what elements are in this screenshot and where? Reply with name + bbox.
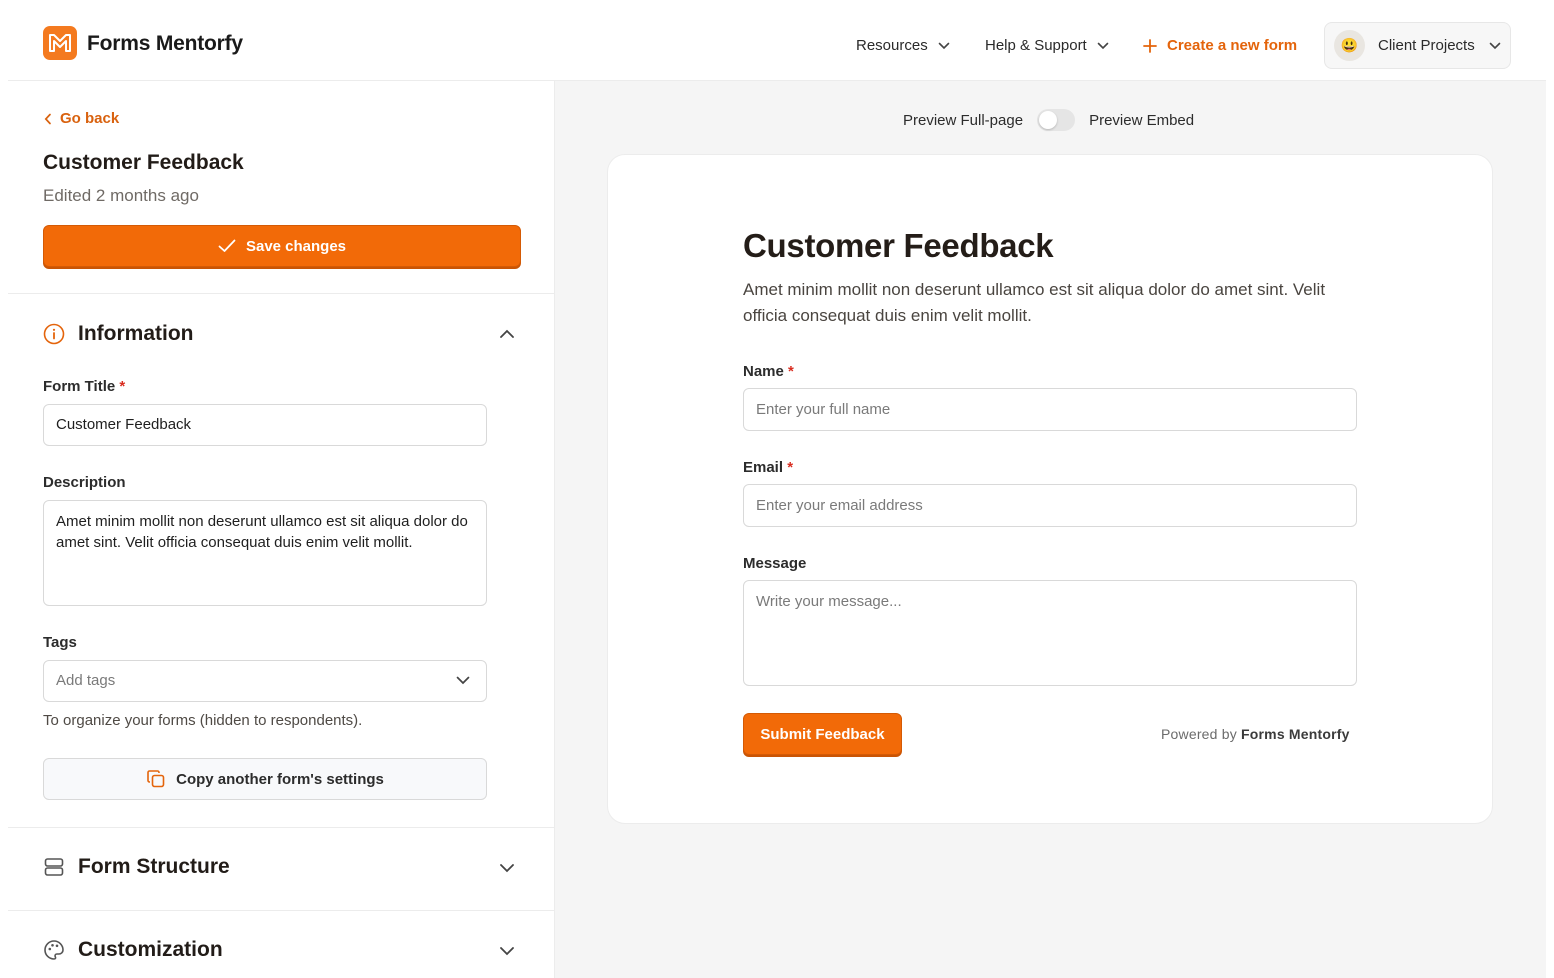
- tags-select[interactable]: Add tags: [43, 660, 487, 702]
- form-title-input[interactable]: Customer Feedback: [43, 404, 487, 446]
- section-customization-header[interactable]: Customization: [43, 938, 223, 962]
- chevron-down-icon[interactable]: [499, 946, 515, 956]
- save-changes-label: Save changes: [245, 237, 347, 255]
- preview-mode-toggle: Preview Full-page Preview Embed: [903, 109, 1194, 131]
- chevron-down-icon: [1489, 42, 1501, 50]
- create-new-form-label: Create a new form: [1167, 37, 1298, 54]
- copy-settings-button[interactable]: Copy another form's settings: [43, 758, 487, 800]
- save-changes-button[interactable]: Save changes: [43, 225, 521, 267]
- chevron-down-icon: [1097, 42, 1109, 49]
- avatar: 😃: [1334, 30, 1365, 61]
- chevron-down-icon: [938, 42, 950, 49]
- chevron-left-icon: [44, 113, 51, 124]
- create-new-form-button[interactable]: Create a new form: [1143, 37, 1297, 54]
- required-asterisk: *: [787, 459, 794, 476]
- check-icon: [218, 239, 236, 252]
- preview-area: Preview Full-page Preview Embed Customer…: [555, 81, 1546, 978]
- message-textarea[interactable]: Write your message...: [743, 580, 1357, 686]
- name-input[interactable]: Enter your full name: [743, 388, 1357, 431]
- go-back-label: Go back: [60, 110, 120, 127]
- switch-knob: [1039, 111, 1058, 129]
- email-label: Email *: [743, 459, 793, 476]
- logo-icon[interactable]: [43, 26, 77, 60]
- preview-full-page-label[interactable]: Preview Full-page: [903, 112, 1023, 129]
- form-title-label: Form Title *: [43, 378, 125, 395]
- palette-icon: [44, 940, 64, 960]
- layout-icon: [44, 858, 64, 876]
- divider: [8, 293, 554, 294]
- account-switcher[interactable]: 😃 Client Projects: [1324, 22, 1511, 69]
- section-information-title: Information: [78, 322, 194, 345]
- email-input[interactable]: Enter your email address: [743, 484, 1357, 527]
- nav-help-support-label: Help & Support: [985, 37, 1087, 54]
- info-icon: [43, 323, 65, 345]
- submit-feedback-button[interactable]: Submit Feedback: [743, 713, 902, 755]
- brand-name[interactable]: Forms Mentorfy: [87, 32, 243, 56]
- nav-help-support[interactable]: Help & Support: [985, 37, 1109, 54]
- logo-mark-icon: [49, 34, 71, 52]
- tags-label: Tags: [43, 634, 77, 651]
- divider: [8, 827, 554, 828]
- description-label: Description: [43, 474, 126, 491]
- plus-icon: [1143, 38, 1157, 53]
- settings-sidebar: Go back Customer Feedback Edited 2 month…: [8, 81, 555, 978]
- form-title-label-text: Form Title: [43, 378, 116, 395]
- copy-icon: [147, 770, 165, 788]
- nav-resources-label: Resources: [856, 37, 928, 54]
- powered-by-prefix: Powered by: [1161, 726, 1237, 742]
- powered-by: Powered by Forms Mentorfy: [1161, 726, 1350, 742]
- email-label-text: Email: [743, 459, 784, 476]
- chevron-up-icon[interactable]: [499, 329, 515, 339]
- divider: [8, 910, 554, 911]
- tags-placeholder: Add tags: [56, 672, 116, 689]
- required-asterisk: *: [119, 378, 126, 395]
- go-back-link[interactable]: Go back: [44, 110, 119, 127]
- preview-mode-switch[interactable]: [1037, 109, 1076, 131]
- form-preview-card: Customer Feedback Amet minim mollit non …: [607, 154, 1493, 824]
- copy-settings-label: Copy another form's settings: [176, 770, 384, 788]
- chevron-down-icon[interactable]: [499, 863, 515, 873]
- description-textarea[interactable]: Amet minim mollit non deserunt ullamco e…: [43, 500, 487, 606]
- nav-resources[interactable]: Resources: [856, 37, 950, 54]
- tags-helper-text: To organize your forms (hidden to respon…: [43, 712, 363, 729]
- powered-by-brand[interactable]: Forms Mentorfy: [1241, 726, 1350, 742]
- chevron-down-icon: [456, 676, 470, 685]
- page-title: Customer Feedback: [43, 151, 244, 174]
- name-label: Name *: [743, 363, 794, 380]
- message-label: Message: [743, 555, 807, 572]
- form-description: Amet minim mollit non deserunt ullamco e…: [743, 280, 1326, 325]
- preview-embed-label[interactable]: Preview Embed: [1089, 112, 1194, 129]
- edited-timestamp: Edited 2 months ago: [43, 186, 199, 205]
- form-title: Customer Feedback: [743, 227, 1054, 264]
- section-information-header[interactable]: Information: [43, 322, 194, 346]
- name-label-text: Name: [743, 363, 784, 380]
- section-customization-title: Customization: [78, 938, 223, 961]
- section-form-structure-title: Form Structure: [78, 855, 230, 878]
- account-label: Client Projects: [1378, 37, 1475, 54]
- top-header: Forms Mentorfy Resources Help & Support …: [8, 0, 1546, 81]
- section-form-structure-header[interactable]: Form Structure: [43, 855, 230, 879]
- required-asterisk: *: [788, 363, 794, 380]
